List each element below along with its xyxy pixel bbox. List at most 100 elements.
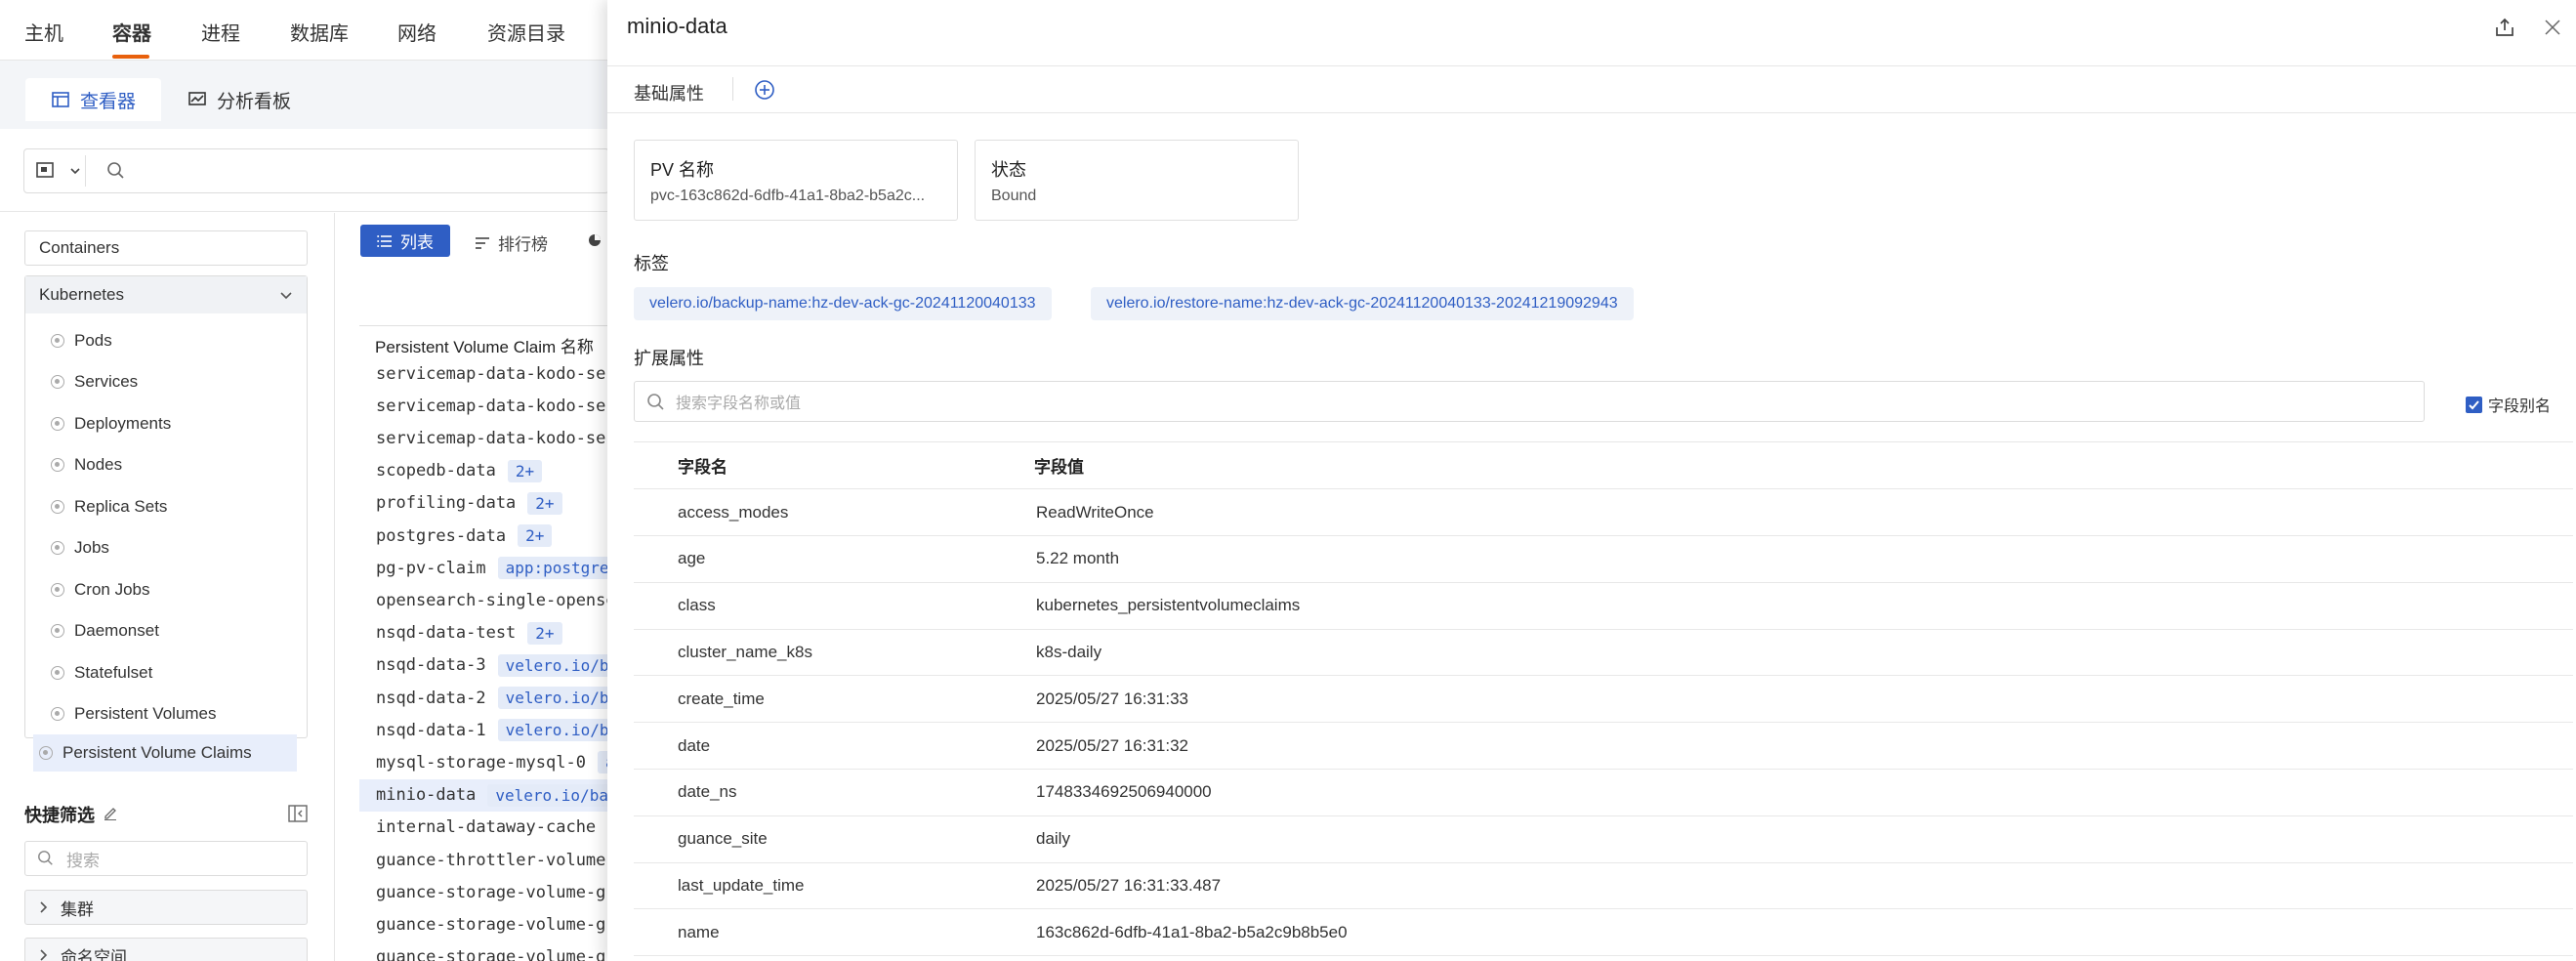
sidebar-item-persistent-volume-claims[interactable]: Persistent Volume Claims xyxy=(33,734,297,772)
field-search-input[interactable]: 搜索字段名称或值 xyxy=(634,381,2425,422)
tag-badge[interactable]: 2+ xyxy=(518,524,553,547)
field-row[interactable]: name 163c862d-6dfb-41a1-8ba2-b5a2c9b8b5e0 xyxy=(634,909,2573,957)
table-row[interactable]: nsqd-data-test 2+ xyxy=(359,617,607,649)
add-tab-icon[interactable] xyxy=(754,79,775,105)
sidebar-item-replica-sets[interactable]: Replica Sets xyxy=(45,488,289,525)
table-row[interactable]: opensearch-single-opense xyxy=(359,584,607,616)
sidebar-item-services[interactable]: Services xyxy=(45,363,289,400)
field-row[interactable]: class kubernetes_persistentvolumeclaims xyxy=(634,583,2573,630)
table-row[interactable]: servicemap-data-kodo-ser xyxy=(359,390,607,422)
checkbox-checked-icon[interactable] xyxy=(2466,396,2482,413)
tag-badge[interactable]: 2+ xyxy=(507,459,543,482)
field-row[interactable]: last_update_time 2025/05/27 16:31:33.487 xyxy=(634,862,2573,910)
table-row[interactable]: guance-storage-volume-gu xyxy=(359,908,607,940)
field-row[interactable]: guance_site daily xyxy=(634,816,2573,863)
chevron-down-icon[interactable] xyxy=(69,161,81,186)
field-value[interactable]: 1748334692506940000 xyxy=(1036,782,1212,802)
nav-item-host[interactable]: 主机 xyxy=(24,18,63,46)
tab-viewer[interactable]: 查看器 xyxy=(25,78,162,121)
sidebar-item-pods[interactable]: Pods xyxy=(45,322,289,359)
edit-icon[interactable] xyxy=(103,805,118,825)
column-header-pvc-name[interactable]: Persistent Volume Claim 名称 xyxy=(375,333,594,357)
field-name: create_time xyxy=(678,689,765,708)
sidebar-item-nodes[interactable]: Nodes xyxy=(45,446,289,483)
field-row[interactable]: access_modes ReadWriteOnce xyxy=(634,489,2573,536)
filter-group-namespace[interactable]: 命名空间 xyxy=(24,938,308,961)
field-value[interactable]: 163c862d-6dfb-41a1-8ba2-b5a2c9b8b5e0 xyxy=(1036,923,1348,942)
sidebar-item-deployments[interactable]: Deployments xyxy=(45,405,289,442)
status-label: 状态 xyxy=(991,160,1026,180)
nav-item-process[interactable]: 进程 xyxy=(201,18,240,46)
table-row[interactable]: servicemap-data-kodo-ser xyxy=(359,422,607,454)
table-row[interactable]: scopedb-data 2+ xyxy=(359,455,607,487)
field-row[interactable]: age 5.22 month xyxy=(634,536,2573,583)
tab-dashboard[interactable]: 分析看板 xyxy=(162,78,316,121)
nav-item-container[interactable]: 容器 xyxy=(112,18,151,46)
tab-basic-properties[interactable]: 基础属性 xyxy=(634,80,704,105)
field-row[interactable]: date 2025/05/27 16:31:32 xyxy=(634,723,2573,770)
data-source-icon[interactable] xyxy=(36,161,58,186)
tag-badge[interactable]: 2+ xyxy=(527,491,562,515)
field-row[interactable]: date_ns 1748334692506940000 xyxy=(634,770,2573,816)
pvc-name: opensearch-single-opense xyxy=(376,590,607,610)
table-row[interactable]: postgres-data 2+ xyxy=(359,520,607,552)
field-value[interactable]: daily xyxy=(1036,829,1070,849)
tag-badge[interactable]: velero.io/b xyxy=(497,719,607,742)
table-row[interactable]: pg-pv-claim app:postgre xyxy=(359,552,607,584)
label-tag[interactable]: velero.io/restore-name:hz-dev-ack-gc-202… xyxy=(1091,287,1634,320)
collapse-sidebar-icon[interactable] xyxy=(288,805,308,827)
sidebar-item-jobs[interactable]: Jobs xyxy=(45,529,289,566)
field-alias-toggle[interactable]: 字段别名 xyxy=(2466,393,2551,416)
field-value[interactable]: 5.22 month xyxy=(1036,549,1119,568)
pv-name-value[interactable]: pvc-163c862d-6dfb-41a1-8ba2-b5a2c... xyxy=(650,188,941,205)
tag-badge[interactable]: velero.io/ba xyxy=(487,783,607,807)
table-row[interactable]: mysql-storage-mysql-0 a xyxy=(359,746,607,778)
table-row[interactable]: nsqd-data-1 velero.io/b xyxy=(359,714,607,746)
table-row[interactable]: guance-storage-volume-gu xyxy=(359,876,607,908)
pvc-name: nsqd-data-test xyxy=(376,623,517,644)
quick-filter-search-input[interactable]: 搜索 xyxy=(24,841,308,876)
nav-item-network[interactable]: 网络 xyxy=(397,18,436,46)
field-value[interactable]: 2025/05/27 16:31:33 xyxy=(1036,689,1188,709)
sidebar-item-daemonset[interactable]: Daemonset xyxy=(45,612,289,649)
field-value[interactable]: 2025/05/27 16:31:33.487 xyxy=(1036,876,1221,896)
sidebar-item-cron-jobs[interactable]: Cron Jobs xyxy=(45,571,289,608)
tag-badge[interactable]: a xyxy=(597,751,607,774)
nav-item-database[interactable]: 数据库 xyxy=(290,18,349,46)
tag-badge[interactable]: 2+ xyxy=(527,621,562,645)
field-row[interactable]: cluster_name_k8s k8s-daily xyxy=(634,629,2573,677)
field-value[interactable]: kubernetes_persistentvolumeclaims xyxy=(1036,596,1300,615)
field-row[interactable]: create_time 2025/05/27 16:31:33 xyxy=(634,676,2573,724)
rank-view-button[interactable]: 排行榜 xyxy=(475,230,548,255)
field-value[interactable]: 2025/05/27 16:31:32 xyxy=(1036,736,1188,756)
sidebar-item-containers[interactable]: Containers xyxy=(24,230,308,266)
field-value[interactable]: ReadWriteOnce xyxy=(1036,503,1154,522)
table-row[interactable]: nsqd-data-2 velero.io/b xyxy=(359,682,607,714)
table-row[interactable]: minio-data velero.io/ba xyxy=(359,778,607,812)
table-row[interactable]: nsqd-data-3 velero.io/b xyxy=(359,649,607,682)
label-tag[interactable]: velero.io/backup-name:hz-dev-ack-gc-2024… xyxy=(634,287,1052,320)
table-row[interactable]: guance-throttler-volume- xyxy=(359,844,607,876)
tag-badge[interactable]: velero.io/b xyxy=(497,687,607,709)
field-value[interactable]: k8s-daily xyxy=(1036,643,1101,662)
close-icon[interactable] xyxy=(2543,18,2562,42)
sidebar-item-persistent-volumes[interactable]: Persistent Volumes xyxy=(45,695,289,732)
main-search-input[interactable] xyxy=(23,148,609,193)
pvc-name: nsqd-data-3 xyxy=(376,655,486,676)
table-row[interactable]: internal-dataway-cache xyxy=(359,812,607,844)
table-row[interactable]: guance-storage-volume-gu xyxy=(359,941,607,961)
filter-group-label: 集群 xyxy=(61,899,94,919)
share-icon[interactable] xyxy=(2494,17,2515,43)
list-view-button[interactable]: 列表 xyxy=(360,225,450,257)
nav-item-resource-catalog[interactable]: 资源目录 xyxy=(487,18,565,46)
sidebar-item-label: Deployments xyxy=(74,414,172,433)
kubernetes-header[interactable]: Kubernetes xyxy=(25,276,307,313)
pie-chart-icon[interactable] xyxy=(587,232,602,253)
tag-badge[interactable]: app:postgre xyxy=(497,557,607,580)
tag-badge[interactable]: velero.io/b xyxy=(497,653,607,677)
sidebar-item-statefulset[interactable]: Statefulset xyxy=(45,654,289,691)
table-row[interactable]: servicemap-data-kodo-ser xyxy=(359,357,607,390)
table-row[interactable]: profiling-data 2+ xyxy=(359,487,607,520)
sidebar-item-label: Persistent Volume Claims xyxy=(62,743,252,762)
filter-group-cluster[interactable]: 集群 xyxy=(24,890,308,925)
